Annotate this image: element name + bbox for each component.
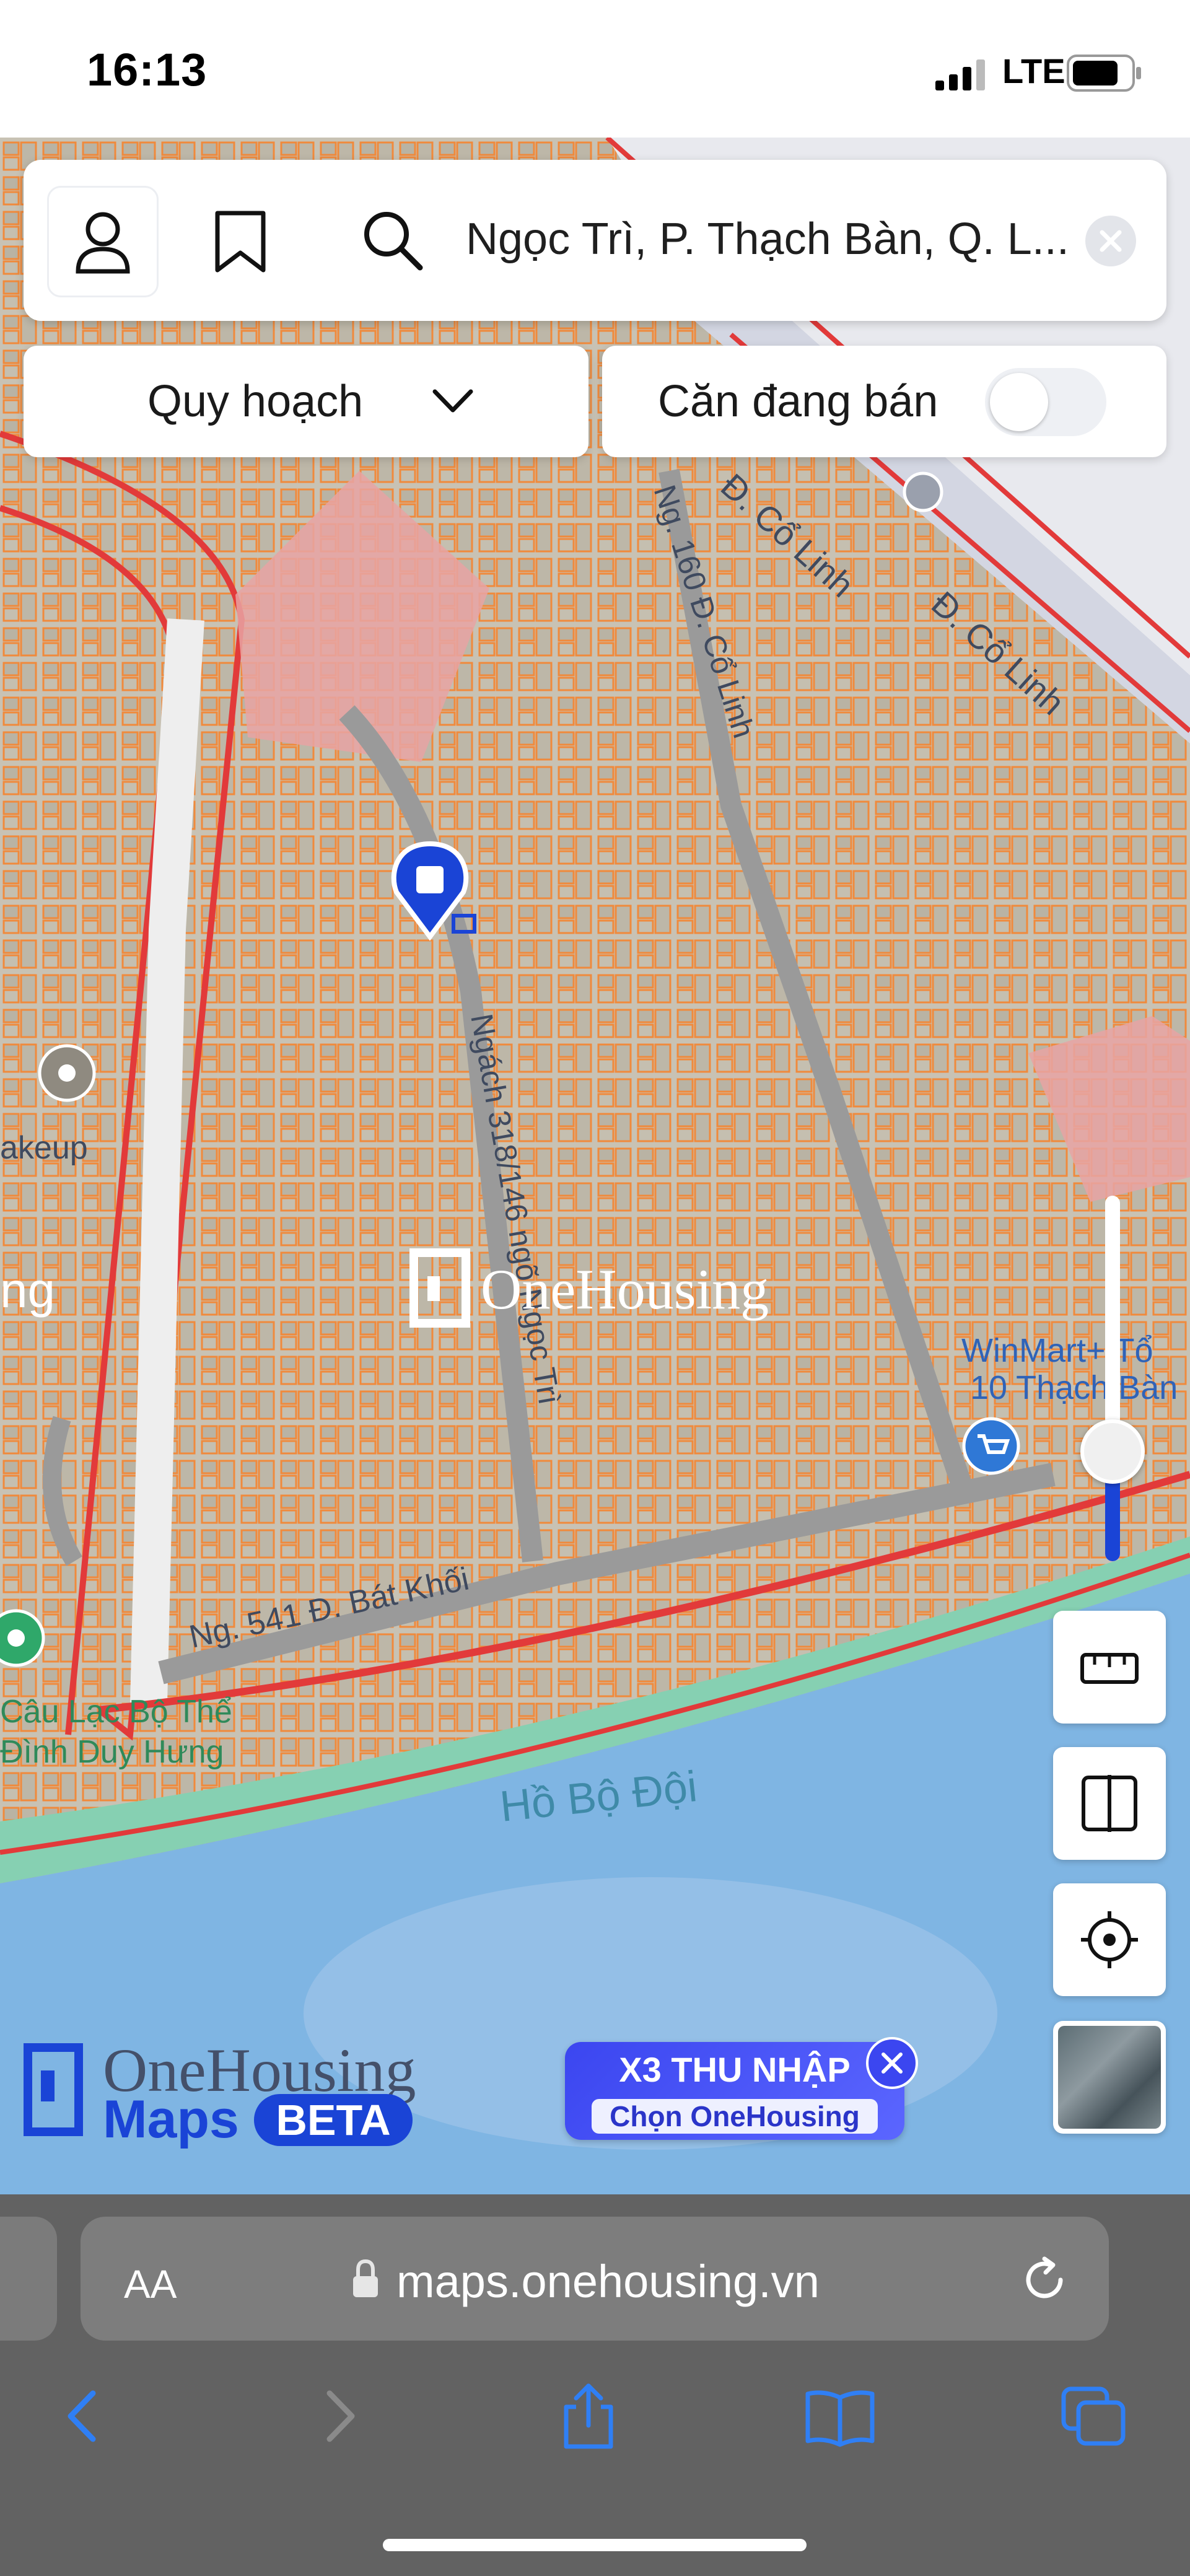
text-size-button[interactable]: AA [124,2261,177,2307]
for-sale-label: Căn đang bán [658,377,938,426]
url-text: maps.onehousing.vn [396,2256,820,2307]
satellite-layer-button[interactable] [1053,2021,1166,2134]
lock-icon [353,2259,378,2297]
tabs-button[interactable] [1057,2379,1131,2453]
shopping-cart-icon[interactable] [962,1417,1020,1475]
bus-stop-icon[interactable] [903,471,943,512]
chevron-left-icon [68,2390,96,2442]
bookmark-icon [215,211,266,273]
network-label: LTE [1002,51,1065,90]
brand-logo-mark [41,2070,55,2101]
chevron-right-icon [326,2390,355,2442]
watermark-text: OneHousing [481,1258,769,1321]
place-label: Câu Lạc Bộ Thể [0,1694,232,1730]
promo-close-button[interactable] [866,2037,918,2089]
reload-icon[interactable] [1020,2255,1069,2305]
bookmarks-button[interactable] [803,2379,877,2453]
search-icon [364,212,423,271]
close-icon [1100,230,1122,252]
crosshair-icon [1081,1911,1138,1968]
user-icon [76,212,130,274]
battery-icon [1067,55,1141,92]
book-icon [805,2390,875,2447]
park-icon[interactable] [0,1609,45,1667]
measure-button[interactable] [1053,1611,1166,1724]
ruler-icon [1080,1653,1139,1684]
tabs-icon [1061,2386,1126,2446]
my-location-button[interactable] [1053,1883,1166,1996]
share-button[interactable] [551,2379,626,2453]
chevron-down-icon [432,389,473,413]
brand-maps: Maps [103,2090,239,2149]
status-time: 16:13 [87,44,208,95]
place-label: ng [0,1263,55,1318]
beta-badge: BETA [254,2094,413,2146]
poi-icon[interactable] [38,1044,96,1102]
back-button[interactable] [45,2379,119,2453]
saved-button[interactable] [185,186,296,297]
planning-dropdown[interactable]: Quy hoạch [24,346,588,457]
signal-icon [935,59,985,90]
split-view-icon [1082,1775,1137,1832]
forward-button[interactable] [304,2379,378,2453]
search-input[interactable]: Ngọc Trì, P. Thạch Bàn, Q. L... [466,214,1085,265]
planning-label: Quy hoạch [147,377,364,426]
share-icon [564,2383,613,2449]
place-label: akeup [0,1130,88,1166]
close-icon [882,2052,903,2074]
zoom-slider-handle[interactable] [1080,1419,1145,1484]
place-label: Đình Duy Hưng [0,1734,224,1770]
clear-search-button[interactable] [1085,216,1136,266]
satellite-thumbnail [1058,2026,1161,2129]
account-button[interactable] [47,186,159,297]
home-indicator [383,2539,807,2551]
place-label: WinMart+ Tổ [961,1332,1153,1369]
promo-subtitle: Chọn OneHousing [592,2099,878,2134]
place-label: 10 Thạch Bàn [970,1369,1178,1406]
previous-tab-preview[interactable] [0,2217,57,2341]
promo-title: X3 THU NHẬP [619,2050,851,2089]
split-view-button[interactable] [1053,1747,1166,1860]
toggle-knob [990,373,1048,431]
